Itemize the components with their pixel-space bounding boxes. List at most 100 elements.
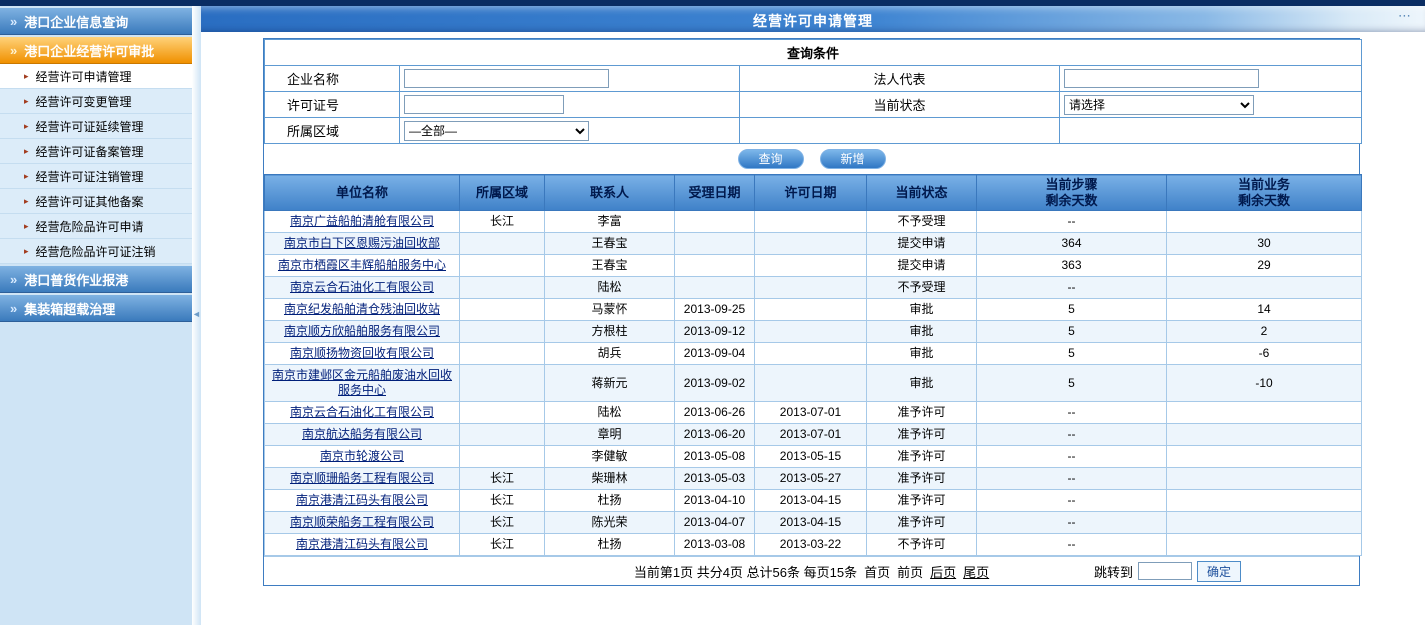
table-row: 南京顺扬物资回收有限公司胡兵2013-09-04审批5-6 (265, 343, 1362, 365)
cell-status: 审批 (867, 343, 977, 365)
company-link[interactable]: 南京港清江码头有限公司 (296, 493, 428, 507)
company-link[interactable]: 南京顺方欣船舶服务有限公司 (284, 324, 440, 338)
double-arrow-icon: » (10, 272, 17, 287)
company-link[interactable]: 南京广益船舶清舱有限公司 (290, 214, 434, 228)
column-header: 单位名称 (265, 175, 460, 211)
cell-contact: 蒋新元 (545, 365, 675, 402)
legal-rep-input[interactable] (1064, 69, 1259, 88)
sidebar-menu-item[interactable]: ▸经营许可变更管理 (0, 89, 192, 114)
cell-unit-name: 南京纪发船舶清仓残油回收站 (265, 299, 460, 321)
cell-biz-days-left: -6 (1167, 343, 1362, 365)
cell-license-date (755, 365, 867, 402)
cell-region: 长江 (460, 534, 545, 556)
jump-page-input[interactable] (1138, 562, 1192, 580)
cell-region (460, 299, 545, 321)
cell-accept-date: 2013-03-08 (675, 534, 755, 556)
cell-unit-name: 南京顺珊船务工程有限公司 (265, 468, 460, 490)
sidebar-menu-header[interactable]: » 集装箱超载治理 (0, 295, 192, 322)
cell-region: 长江 (460, 211, 545, 233)
license-no-label: 许可证号 (265, 92, 400, 118)
license-no-input[interactable] (404, 95, 564, 114)
company-link[interactable]: 南京市轮渡公司 (320, 449, 404, 463)
cell-contact: 李富 (545, 211, 675, 233)
company-name-input[interactable] (404, 69, 609, 88)
cell-contact: 李健敏 (545, 446, 675, 468)
jump-confirm-button[interactable]: 确定 (1197, 561, 1241, 582)
cell-unit-name: 南京港清江码头有限公司 (265, 490, 460, 512)
cell-license-date (755, 343, 867, 365)
first-page-link[interactable]: 首页 (864, 562, 890, 581)
company-link[interactable]: 南京纪发船舶清仓残油回收站 (284, 302, 440, 316)
company-link[interactable]: 南京市白下区恩赐污油回收部 (284, 236, 440, 250)
arrow-bullet-icon: ▸ (24, 71, 29, 82)
company-link[interactable]: 南京市建邺区金元船舶废油水回收服务中心 (272, 368, 452, 397)
cell-unit-name: 南京广益船舶清舱有限公司 (265, 211, 460, 233)
cell-status: 准予许可 (867, 424, 977, 446)
table-row: 南京市白下区恩赐污油回收部王春宝提交申请36430 (265, 233, 1362, 255)
table-row: 南京港清江码头有限公司长江杜扬2013-04-102013-04-15准予许可-… (265, 490, 1362, 512)
cell-step-days-left: -- (977, 402, 1167, 424)
cell-step-days-left: -- (977, 446, 1167, 468)
table-row: 南京顺方欣船舶服务有限公司方根柱2013-09-12审批52 (265, 321, 1362, 343)
company-link[interactable]: 南京云合石油化工有限公司 (290, 280, 434, 294)
cell-step-days-left: -- (977, 211, 1167, 233)
sidebar-menu-header[interactable]: »港口企业经营许可审批 (0, 37, 192, 64)
cell-status: 准予许可 (867, 512, 977, 534)
double-arrow-icon: » (10, 301, 17, 316)
company-link[interactable]: 南京航达船务有限公司 (302, 427, 422, 441)
cell-step-days-left: -- (977, 534, 1167, 556)
results-table: 单位名称所属区域联系人受理日期许可日期当前状态当前步骤 剩余天数当前业务 剩余天… (264, 174, 1362, 556)
column-header: 当前状态 (867, 175, 977, 211)
current-status-select[interactable]: 请选择 (1064, 95, 1254, 115)
company-link[interactable]: 南京顺珊船务工程有限公司 (290, 471, 434, 485)
sidebar-item-label: 经营许可证其他备案 (36, 193, 144, 210)
company-link[interactable]: 南京顺荣船务工程有限公司 (290, 515, 434, 529)
sidebar-menu-header[interactable]: »港口普货作业报港 (0, 266, 192, 293)
window-dots-icon[interactable]: ⋯ (1398, 8, 1413, 24)
sidebar-item-label: 经营许可申请管理 (36, 68, 132, 85)
cell-license-date: 2013-05-15 (755, 446, 867, 468)
cell-unit-name: 南京航达船务有限公司 (265, 424, 460, 446)
cell-step-days-left: -- (977, 512, 1167, 534)
cell-unit-name: 南京顺方欣船舶服务有限公司 (265, 321, 460, 343)
sidebar-menu-item[interactable]: ▸经营许可证注销管理 (0, 164, 192, 189)
next-page-link[interactable]: 后页 (930, 562, 956, 581)
cell-unit-name: 南京顺荣船务工程有限公司 (265, 512, 460, 534)
sidebar-menu-item[interactable]: ▸经营危险品许可证注销 (0, 239, 192, 264)
company-link[interactable]: 南京云合石油化工有限公司 (290, 405, 434, 419)
column-header: 受理日期 (675, 175, 755, 211)
prev-page-link[interactable]: 前页 (897, 562, 923, 581)
sidebar-menu-header[interactable]: »港口企业信息查询 (0, 8, 192, 35)
cell-license-date: 2013-05-27 (755, 468, 867, 490)
cell-biz-days-left: 2 (1167, 321, 1362, 343)
cell-unit-name: 南京市轮渡公司 (265, 446, 460, 468)
cell-accept-date: 2013-04-10 (675, 490, 755, 512)
cell-region (460, 321, 545, 343)
cell-step-days-left: -- (977, 490, 1167, 512)
sidebar-collapse-handle[interactable]: ◄ (192, 6, 201, 625)
table-row: 南京顺荣船务工程有限公司长江陈光荣2013-04-072013-04-15准予许… (265, 512, 1362, 534)
company-link[interactable]: 南京港清江码头有限公司 (296, 537, 428, 551)
company-link[interactable]: 南京顺扬物资回收有限公司 (290, 346, 434, 360)
sidebar-item-label: 集装箱超载治理 (24, 299, 115, 318)
company-link[interactable]: 南京市栖霞区丰辉船舶服务中心 (278, 258, 446, 272)
last-page-link[interactable]: 尾页 (963, 562, 989, 581)
cell-accept-date: 2013-09-25 (675, 299, 755, 321)
table-row: 南京顺珊船务工程有限公司长江柴珊林2013-05-032013-05-27准予许… (265, 468, 1362, 490)
sidebar-menu-item[interactable]: ▸经营危险品许可申请 (0, 214, 192, 239)
cell-step-days-left: -- (977, 424, 1167, 446)
pagination-summary: 当前第1页 共分4页 总计56条 每页15条 (634, 562, 857, 581)
cell-region (460, 365, 545, 402)
region-select[interactable]: —全部— (404, 121, 589, 141)
sidebar: »港口企业信息查询»港口企业经营许可审批▸经营许可申请管理▸经营许可变更管理▸经… (0, 6, 192, 625)
sidebar-menu-item[interactable]: ▸经营许可证其他备案 (0, 189, 192, 214)
add-button[interactable]: 新增 (820, 149, 886, 169)
sidebar-menu-item[interactable]: ▸经营许可证备案管理 (0, 139, 192, 164)
sidebar-menu-item[interactable]: ▸经营许可证延续管理 (0, 114, 192, 139)
jump-to-label: 跳转到 (1094, 562, 1133, 581)
cell-license-date (755, 299, 867, 321)
cell-biz-days-left (1167, 424, 1362, 446)
cell-step-days-left: -- (977, 468, 1167, 490)
sidebar-menu-item[interactable]: ▸ 经营许可申请管理 (0, 64, 192, 89)
search-button[interactable]: 查询 (738, 149, 804, 169)
